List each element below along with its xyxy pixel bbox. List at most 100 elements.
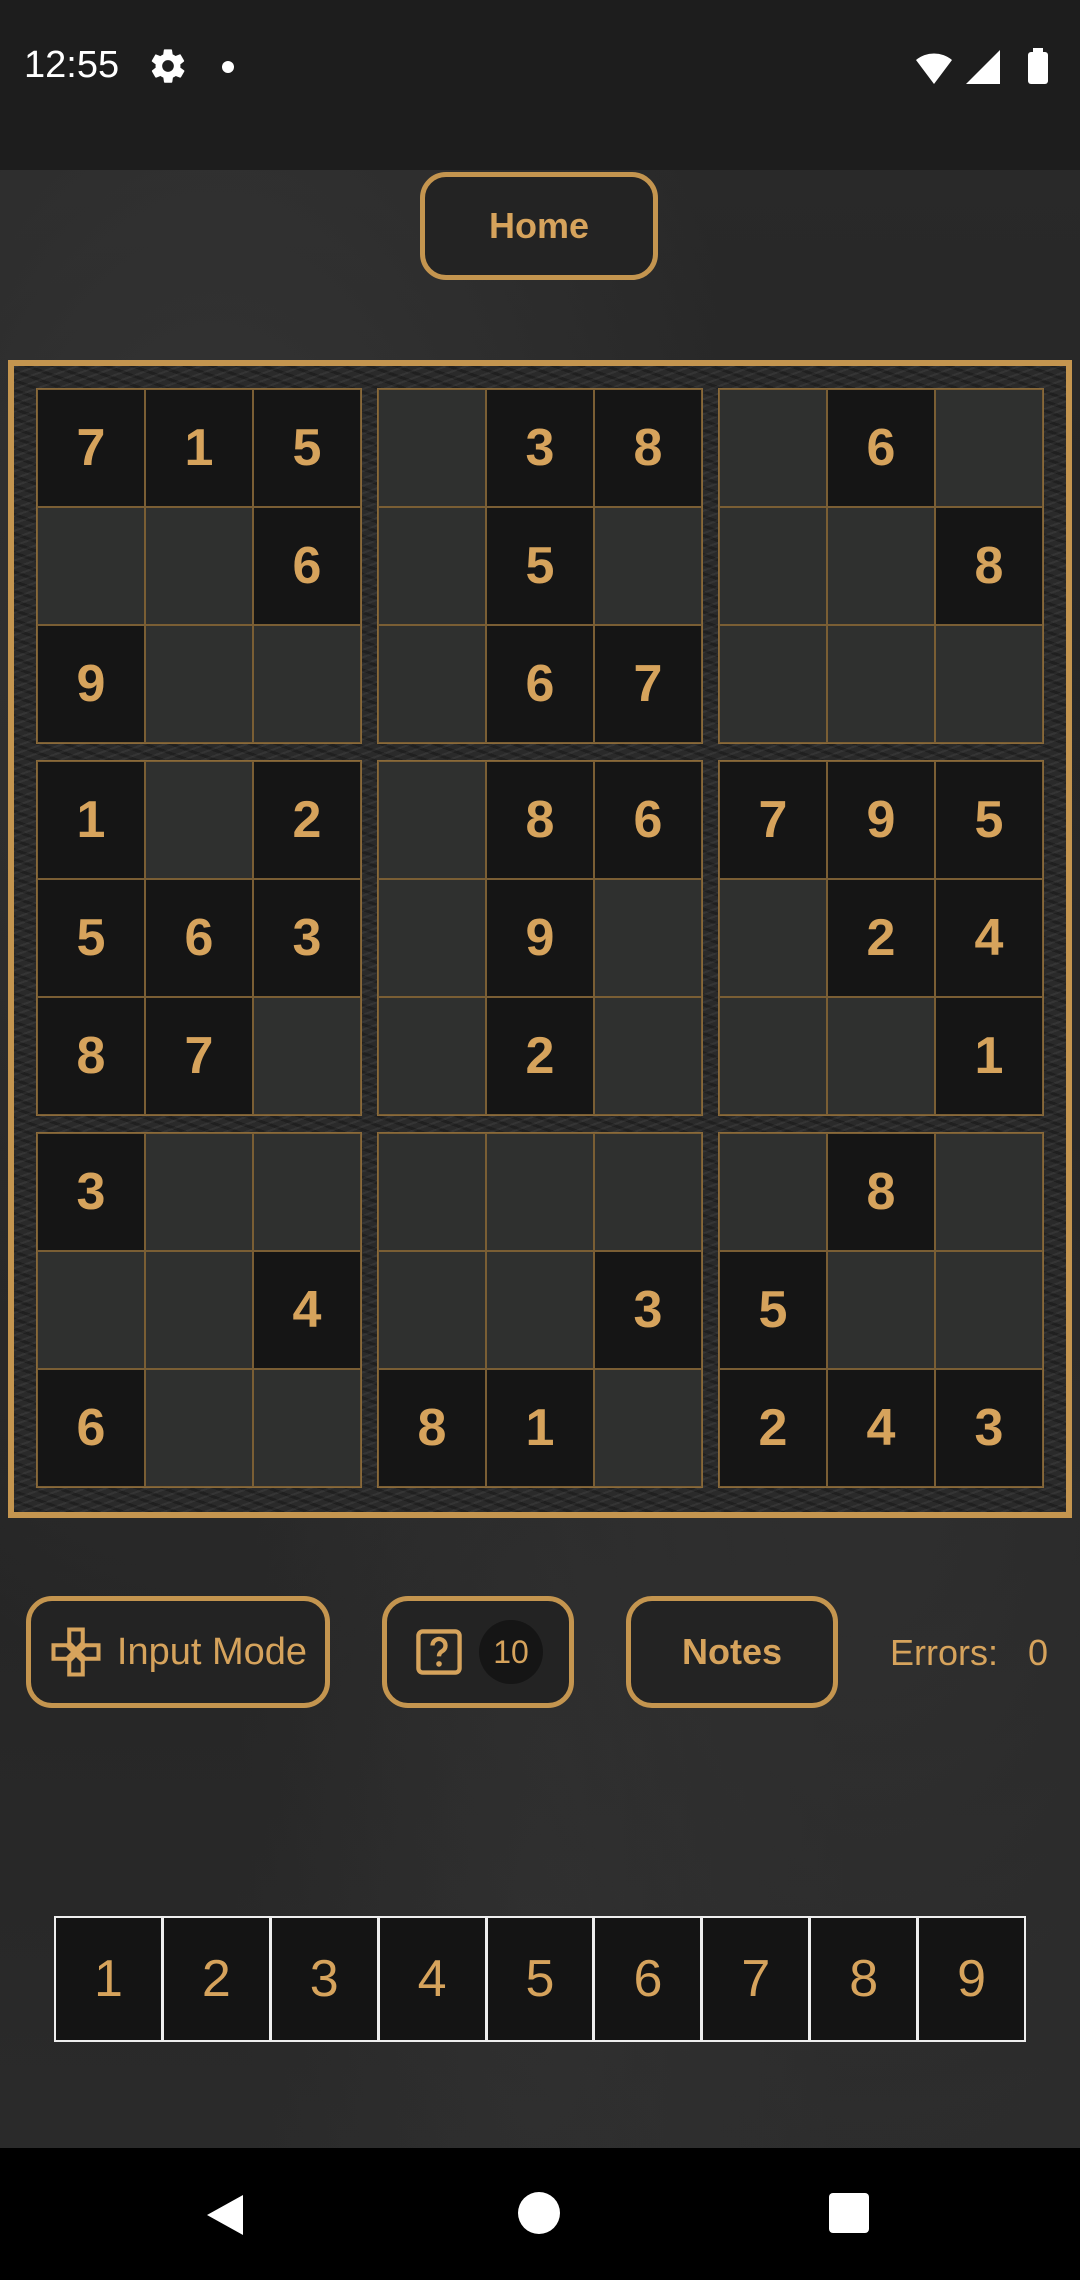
- sudoku-cell[interactable]: 9: [37, 625, 145, 743]
- sudoku-cell[interactable]: 8: [935, 507, 1043, 625]
- sudoku-cell[interactable]: 4: [935, 879, 1043, 997]
- sudoku-cell[interactable]: [935, 625, 1043, 743]
- sudoku-cell[interactable]: 7: [37, 389, 145, 507]
- sudoku-cell[interactable]: 4: [253, 1251, 361, 1369]
- hint-button[interactable]: 10: [382, 1596, 574, 1708]
- sudoku-cell[interactable]: [378, 879, 486, 997]
- sudoku-cell[interactable]: [719, 997, 827, 1115]
- number-button-4[interactable]: 4: [379, 1918, 488, 2040]
- sudoku-cell[interactable]: [827, 997, 935, 1115]
- sudoku-cell[interactable]: [145, 625, 253, 743]
- sudoku-cell[interactable]: [827, 1251, 935, 1369]
- sudoku-cell[interactable]: [719, 625, 827, 743]
- sudoku-cell[interactable]: 7: [145, 997, 253, 1115]
- sudoku-cell[interactable]: [378, 1251, 486, 1369]
- sudoku-cell[interactable]: [378, 625, 486, 743]
- sudoku-cell[interactable]: [37, 1251, 145, 1369]
- sudoku-cell[interactable]: [594, 997, 702, 1115]
- home-nav-icon[interactable]: [518, 2192, 560, 2234]
- sudoku-cell[interactable]: 6: [827, 389, 935, 507]
- number-button-7[interactable]: 7: [703, 1918, 812, 2040]
- sudoku-cell[interactable]: 6: [37, 1369, 145, 1487]
- sudoku-cell[interactable]: 3: [37, 1133, 145, 1251]
- sudoku-cell[interactable]: 8: [37, 997, 145, 1115]
- sudoku-cell[interactable]: [719, 879, 827, 997]
- home-button[interactable]: Home: [420, 172, 658, 280]
- sudoku-cell[interactable]: [719, 507, 827, 625]
- recent-apps-icon[interactable]: [829, 2193, 869, 2233]
- sudoku-cell[interactable]: [378, 997, 486, 1115]
- sudoku-cell[interactable]: 5: [486, 507, 594, 625]
- sudoku-cell[interactable]: [935, 389, 1043, 507]
- sudoku-cell[interactable]: 8: [594, 389, 702, 507]
- sudoku-cell[interactable]: 9: [486, 879, 594, 997]
- sudoku-cell[interactable]: 2: [486, 997, 594, 1115]
- sudoku-cell[interactable]: 3: [935, 1369, 1043, 1487]
- sudoku-cell[interactable]: [253, 1369, 361, 1487]
- sudoku-cell[interactable]: 4: [827, 1369, 935, 1487]
- sudoku-cell[interactable]: 1: [145, 389, 253, 507]
- sudoku-cell[interactable]: [37, 507, 145, 625]
- sudoku-cell[interactable]: [145, 761, 253, 879]
- sudoku-cell[interactable]: 7: [719, 761, 827, 879]
- sudoku-cell[interactable]: [378, 761, 486, 879]
- number-button-9[interactable]: 9: [919, 1918, 1025, 2040]
- sudoku-cell[interactable]: [145, 1369, 253, 1487]
- sudoku-cell[interactable]: [594, 1133, 702, 1251]
- sudoku-cell[interactable]: 5: [253, 389, 361, 507]
- sudoku-cell[interactable]: 6: [145, 879, 253, 997]
- number-button-8[interactable]: 8: [811, 1918, 920, 2040]
- sudoku-cell[interactable]: [486, 1133, 594, 1251]
- sudoku-cell[interactable]: 6: [486, 625, 594, 743]
- number-button-1[interactable]: 1: [56, 1918, 164, 2040]
- sudoku-cell[interactable]: 1: [935, 997, 1043, 1115]
- sudoku-cell[interactable]: [145, 1133, 253, 1251]
- sudoku-cell[interactable]: 8: [827, 1133, 935, 1251]
- sudoku-cell[interactable]: [378, 1133, 486, 1251]
- sudoku-cell[interactable]: [378, 507, 486, 625]
- sudoku-cell[interactable]: [827, 507, 935, 625]
- sudoku-cell[interactable]: 9: [827, 761, 935, 879]
- number-button-5[interactable]: 5: [487, 1918, 596, 2040]
- navigation-bar: [0, 2148, 1080, 2280]
- sudoku-cell[interactable]: 3: [486, 389, 594, 507]
- sudoku-cell[interactable]: [594, 1369, 702, 1487]
- sudoku-cell[interactable]: 1: [486, 1369, 594, 1487]
- back-icon[interactable]: [205, 2193, 245, 2237]
- input-mode-button[interactable]: Input Mode: [26, 1596, 330, 1708]
- number-button-2[interactable]: 2: [163, 1918, 272, 2040]
- sudoku-cell[interactable]: [253, 1133, 361, 1251]
- sudoku-cell[interactable]: [145, 507, 253, 625]
- sudoku-cell[interactable]: [935, 1133, 1043, 1251]
- sudoku-cell[interactable]: [253, 997, 361, 1115]
- sudoku-box: 68: [718, 388, 1044, 744]
- game-controls: Input Mode 10 Notes Errors: 0: [0, 1596, 1080, 1708]
- sudoku-cell[interactable]: [594, 507, 702, 625]
- sudoku-cell[interactable]: 2: [827, 879, 935, 997]
- sudoku-cell[interactable]: 3: [594, 1251, 702, 1369]
- sudoku-cell[interactable]: 6: [594, 761, 702, 879]
- sudoku-cell[interactable]: [145, 1251, 253, 1369]
- sudoku-cell[interactable]: [253, 625, 361, 743]
- sudoku-cell[interactable]: 8: [378, 1369, 486, 1487]
- sudoku-cell[interactable]: 3: [253, 879, 361, 997]
- sudoku-cell[interactable]: [935, 1251, 1043, 1369]
- sudoku-cell[interactable]: [594, 879, 702, 997]
- sudoku-cell[interactable]: 5: [935, 761, 1043, 879]
- sudoku-cell[interactable]: [486, 1251, 594, 1369]
- sudoku-cell[interactable]: [827, 625, 935, 743]
- notes-button[interactable]: Notes: [626, 1596, 838, 1708]
- sudoku-cell[interactable]: 2: [719, 1369, 827, 1487]
- sudoku-cell[interactable]: [719, 1133, 827, 1251]
- sudoku-cell[interactable]: 7: [594, 625, 702, 743]
- number-button-6[interactable]: 6: [595, 1918, 704, 2040]
- sudoku-cell[interactable]: [719, 389, 827, 507]
- sudoku-cell[interactable]: 2: [253, 761, 361, 879]
- sudoku-cell[interactable]: [378, 389, 486, 507]
- number-button-3[interactable]: 3: [271, 1918, 380, 2040]
- sudoku-cell[interactable]: 5: [37, 879, 145, 997]
- sudoku-cell[interactable]: 5: [719, 1251, 827, 1369]
- sudoku-cell[interactable]: 8: [486, 761, 594, 879]
- sudoku-cell[interactable]: 6: [253, 507, 361, 625]
- sudoku-cell[interactable]: 1: [37, 761, 145, 879]
